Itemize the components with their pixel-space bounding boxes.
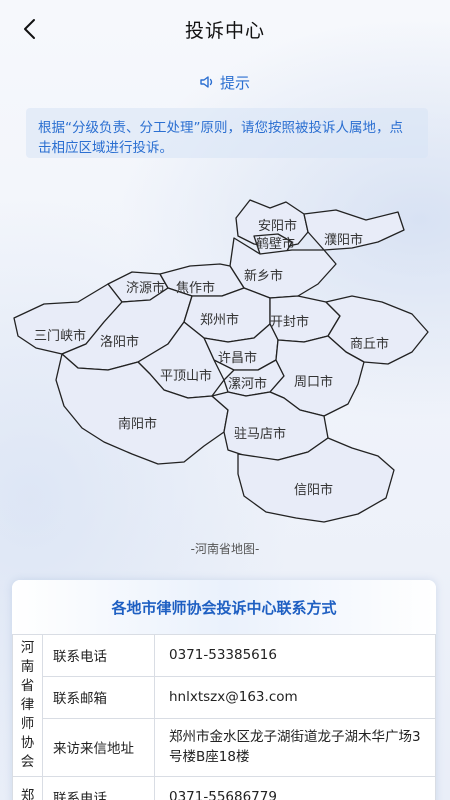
tip-label: 提示 [219,73,250,92]
page-title: 投诉中心 [184,19,265,42]
label-xuchang: 许昌市 [218,350,257,366]
phone-value[interactable]: 0371-55686779 [154,776,436,800]
contacts-title: 各地市律师协会投诉中心联系方式 [12,580,436,634]
back-button[interactable] [14,14,44,44]
tip-link[interactable]: 提示 [0,70,450,94]
top-bar: 投诉中心 [0,0,450,58]
label-nanyang: 南阳市 [118,416,157,432]
org-name: 郑 [20,788,35,800]
row-label: 来访来信地址 [42,717,155,777]
phone-value[interactable]: 0371-53385616 [154,634,436,677]
label-shangqiu: 商丘市 [350,336,389,352]
org-name: 河南省律师协会 [20,640,35,770]
row-label: 联系电话 [42,776,155,800]
address-value: 郑州市金水区龙子湖街道龙子湖木华广场3号楼B座18楼 [154,717,436,777]
label-jiaozuo: 焦作市 [176,280,215,296]
notice-text: 根据“分级负责、分工处理”原则，请您按照被投诉人属地，点击相应区域进行投诉。 [38,120,403,156]
row-label: 联系邮箱 [42,675,155,719]
org-name-cell: 河南省律师协会 [12,634,43,777]
table-row: 联系邮箱 hnlxtszx@163.com [13,675,436,719]
label-puyang: 濮阳市 [324,232,363,248]
map-caption: -河南省地图- [190,542,260,556]
label-luoyang: 洛阳市 [100,334,139,350]
label-xinyang: 信阳市 [294,482,333,498]
chevron-left-icon [24,19,35,39]
contacts-table: 河南省律师协会 联系电话 0371-53385616 联系邮箱 hnlxtszx… [12,634,436,800]
table-row: 郑 联系电话 0371-55686779 [12,776,436,800]
label-zhumadian: 驻马店市 [234,426,286,442]
label-kaifeng: 开封市 [270,314,309,330]
label-anyang: 安阳市 [258,218,297,234]
notice-box: 根据“分级负责、分工处理”原则，请您按照被投诉人属地，点击相应区域进行投诉。 [26,108,428,158]
table-row: 河南省律师协会 联系电话 0371-53385616 [12,634,436,777]
label-jiyuan: 济源市 [126,280,165,296]
henan-map: 安阳市 鹤壁市 濮阳市 新乡市 济源市 焦作市 三门峡市 洛阳市 郑州市 开封市… [13,199,429,523]
label-pingdingshan: 平顶山市 [160,368,212,384]
row-label: 联系电话 [42,634,155,677]
label-hebi: 鹤壁市 [256,236,295,252]
label-luohe: 漯河市 [228,376,267,392]
contacts-card: 各地市律师协会投诉中心联系方式 河南省律师协会 联系电话 0371-533856… [12,580,436,800]
table-row: 来访来信地址 郑州市金水区龙子湖街道龙子湖木华广场3号楼B座18楼 [13,717,436,777]
speaker-icon [200,76,213,88]
label-sanmenxia: 三门峡市 [34,328,86,344]
email-value[interactable]: hnlxtszx@163.com [154,675,436,719]
org-name-cell: 郑 [12,776,43,800]
label-xinxiang: 新乡市 [244,268,283,284]
label-zhengzhou: 郑州市 [200,312,239,328]
label-zhoukou: 周口市 [294,374,333,390]
